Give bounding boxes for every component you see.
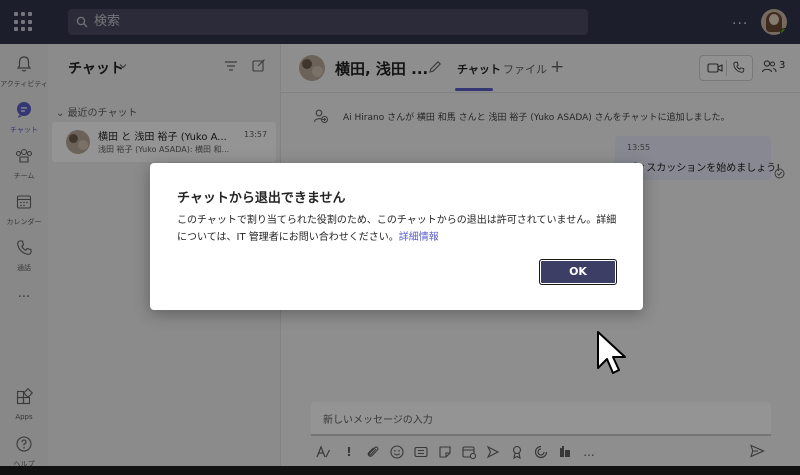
teams-window: 検索 ... アクティビティ チャット チーム カレンダー 通話 ... App…	[0, 0, 800, 475]
dialog-title: チャットから退出できません	[177, 191, 346, 206]
dialog-body-text: このチャットで割り当てられた役割のため、このチャットからの退出は許可されていませ…	[177, 215, 617, 243]
dialog-body: このチャットで割り当てられた役割のため、このチャットからの退出は許可されていませ…	[177, 212, 622, 246]
learn-more-link[interactable]: 詳細情報	[399, 232, 439, 243]
leave-chat-error-dialog: チャットから退出できません このチャットで割り当てられた役割のため、このチャット…	[150, 163, 643, 310]
desktop-edge	[0, 466, 800, 475]
mouse-cursor-icon	[597, 331, 626, 374]
ok-button[interactable]: OK	[539, 259, 617, 285]
